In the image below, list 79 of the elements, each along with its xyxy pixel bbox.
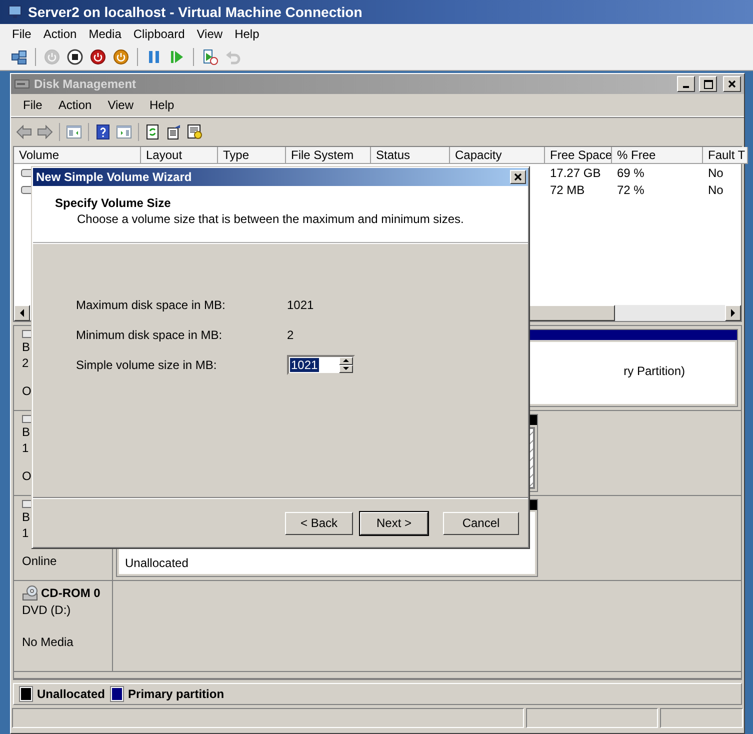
column-header[interactable]: Volume [14, 147, 141, 164]
cd-drive-icon [22, 585, 40, 601]
legend-label: Primary partition [128, 687, 224, 701]
right-arrow-icon [730, 309, 736, 317]
close-button[interactable] [510, 170, 526, 184]
disk-size: 1 [22, 441, 29, 455]
window-title: Server2 on localhost - Virtual Machine Connection [28, 4, 362, 20]
menu-item[interactable]: File [15, 96, 50, 114]
wizard-description: Choose a volume size that is between the maximum and minimum sizes. [76, 212, 465, 226]
turn-off-icon[interactable] [66, 48, 84, 66]
console-tree-icon[interactable] [65, 122, 83, 140]
maximize-button[interactable] [699, 76, 717, 92]
wizard-heading: Specify Volume Size [55, 196, 172, 210]
disk-name: CD-ROM 0 [41, 586, 100, 600]
properties-icon[interactable] [165, 122, 183, 140]
disk-status: No Media [22, 635, 74, 649]
menu-item[interactable]: Media [82, 25, 128, 43]
column-header[interactable]: Status [371, 147, 450, 164]
monitor-icon [8, 4, 24, 20]
table-cell-text: 69 % [616, 166, 646, 180]
menu-item[interactable]: File [6, 25, 38, 43]
menu-item[interactable]: View [190, 25, 229, 43]
column-header[interactable]: Capacity [450, 147, 545, 164]
disk-status: O [22, 469, 32, 483]
up-arrow-icon[interactable] [343, 359, 349, 362]
drive-icon [14, 77, 30, 91]
dialog-title: New Simple Volume Wizard [36, 170, 193, 184]
ctrl-alt-del-icon[interactable] [10, 48, 28, 66]
disk-name: B [22, 340, 30, 354]
table-cell-text: 72 MB [549, 182, 586, 196]
help-icon[interactable] [94, 122, 112, 140]
disk-name: B [22, 510, 30, 524]
minimize-button[interactable] [677, 76, 695, 92]
disk-size: 1 [22, 526, 29, 540]
menu-item[interactable]: Action [37, 25, 83, 43]
disk-size: 2 [22, 356, 29, 370]
wizard-button[interactable]: < Back [285, 512, 353, 534]
table-cell-text: No [707, 182, 724, 196]
wizard-button[interactable]: Next > [360, 512, 428, 534]
back-icon[interactable] [15, 122, 33, 140]
close-icon [728, 80, 736, 88]
field-label: Maximum disk space in MB: [76, 298, 226, 312]
wizard-button[interactable]: Cancel [443, 512, 519, 534]
column-header[interactable]: Type [218, 147, 286, 164]
maximize-icon [704, 80, 712, 88]
menu-item[interactable]: Clipboard [127, 25, 191, 43]
column-header[interactable]: % Free [612, 147, 703, 164]
disk-status: Online [22, 554, 57, 568]
menu-item[interactable]: Help [228, 25, 266, 43]
column-header[interactable]: File System [286, 147, 371, 164]
close-button[interactable] [723, 76, 741, 92]
close-icon [514, 173, 522, 181]
menu-item[interactable]: Action [50, 96, 100, 114]
settings-icon[interactable] [186, 122, 204, 140]
column-header[interactable]: Fault T [703, 147, 748, 164]
size-spinner[interactable]: 1021 [287, 354, 355, 374]
snapshot-icon[interactable] [201, 48, 219, 66]
partition-label: Unallocated [125, 556, 188, 570]
partition-label: ry Partition) [624, 364, 685, 378]
disk-name: B [22, 425, 30, 439]
legend-label: Unallocated [37, 687, 106, 701]
table-cell-text: 72 % [616, 182, 646, 196]
field-label: Simple volume size in MB: [76, 358, 218, 372]
field-value: 1021 [287, 298, 314, 312]
menu-item[interactable]: Help [142, 96, 182, 114]
shut-down-icon[interactable] [89, 48, 107, 66]
disk-status: O [22, 384, 32, 398]
table-cell-text: 17.27 GB [549, 166, 602, 180]
forward-icon[interactable] [36, 122, 54, 140]
save-icon[interactable] [112, 48, 130, 66]
table-cell-text: No [707, 166, 724, 180]
menu-item[interactable]: View [100, 96, 142, 114]
window-title: Disk Management [34, 77, 138, 91]
left-arrow-icon [19, 309, 25, 317]
column-header[interactable]: Layout [141, 147, 218, 164]
down-arrow-icon[interactable] [343, 367, 349, 370]
disk-size: DVD (D:) [22, 603, 71, 617]
field-value: 2 [287, 328, 294, 342]
field-label: Minimum disk space in MB: [76, 328, 224, 342]
